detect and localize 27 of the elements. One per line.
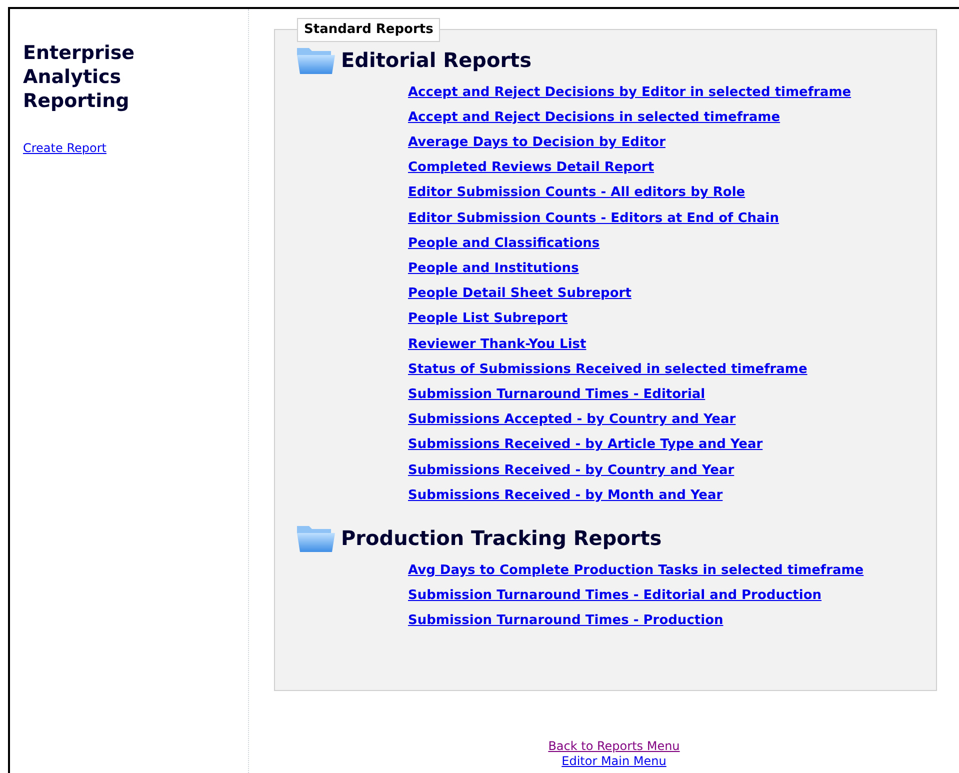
report-link[interactable]: Submissions Received - by Month and Year	[408, 482, 723, 508]
report-link[interactable]: People List Subreport	[408, 306, 568, 332]
report-link[interactable]: People and Institutions	[408, 256, 579, 282]
section-heading: Editorial Reports	[341, 46, 532, 74]
report-link[interactable]: Submissions Accepted - by Country and Year	[408, 407, 736, 432]
report-link[interactable]: Editor Submission Counts - All editors by Role	[408, 180, 746, 206]
report-link[interactable]: Submission Turnaround Times - Editorial	[408, 382, 706, 408]
report-link[interactable]: Submission Turnaround Times - Editorial and Production	[408, 583, 822, 608]
report-link[interactable]: Submissions Received - by Article Type and Year	[408, 432, 763, 458]
section-heading: Production Tracking Reports	[341, 524, 662, 552]
report-link[interactable]: Average Days to Decision by Editor	[408, 130, 666, 156]
report-link[interactable]: People Detail Sheet Subreport	[408, 281, 632, 306]
report-link[interactable]: Status of Submissions Received in selected timeframe	[408, 356, 808, 382]
report-link[interactable]: Submissions Received - by Country and Year	[408, 458, 734, 483]
report-link[interactable]: Editor Submission Counts - Editors at End of Chain	[408, 206, 780, 231]
report-link[interactable]: Completed Reviews Detail Report	[408, 155, 654, 180]
report-link[interactable]: Avg Days to Complete Production Tasks in selected timeframe	[408, 558, 864, 584]
report-link[interactable]: Accept and Reject Decisions in selected timeframe	[408, 104, 780, 130]
create-report-link[interactable]: Create Report	[23, 139, 106, 157]
panel-legend: Standard Reports	[297, 18, 440, 42]
footer-link[interactable]: Editor Main Menu	[562, 754, 666, 769]
sidebar-title: Enterprise Analytics Reporting	[23, 41, 136, 113]
report-link[interactable]: People and Classifications	[408, 230, 600, 256]
footer-link[interactable]: Back to Reports Menu	[548, 739, 680, 754]
report-link[interactable]: Accept and Reject Decisions by Editor in selected timeframe	[408, 80, 852, 105]
report-link[interactable]: Reviewer Thank-You List	[408, 332, 586, 357]
report-link[interactable]: Submission Turnaround Times - Production	[408, 608, 724, 634]
